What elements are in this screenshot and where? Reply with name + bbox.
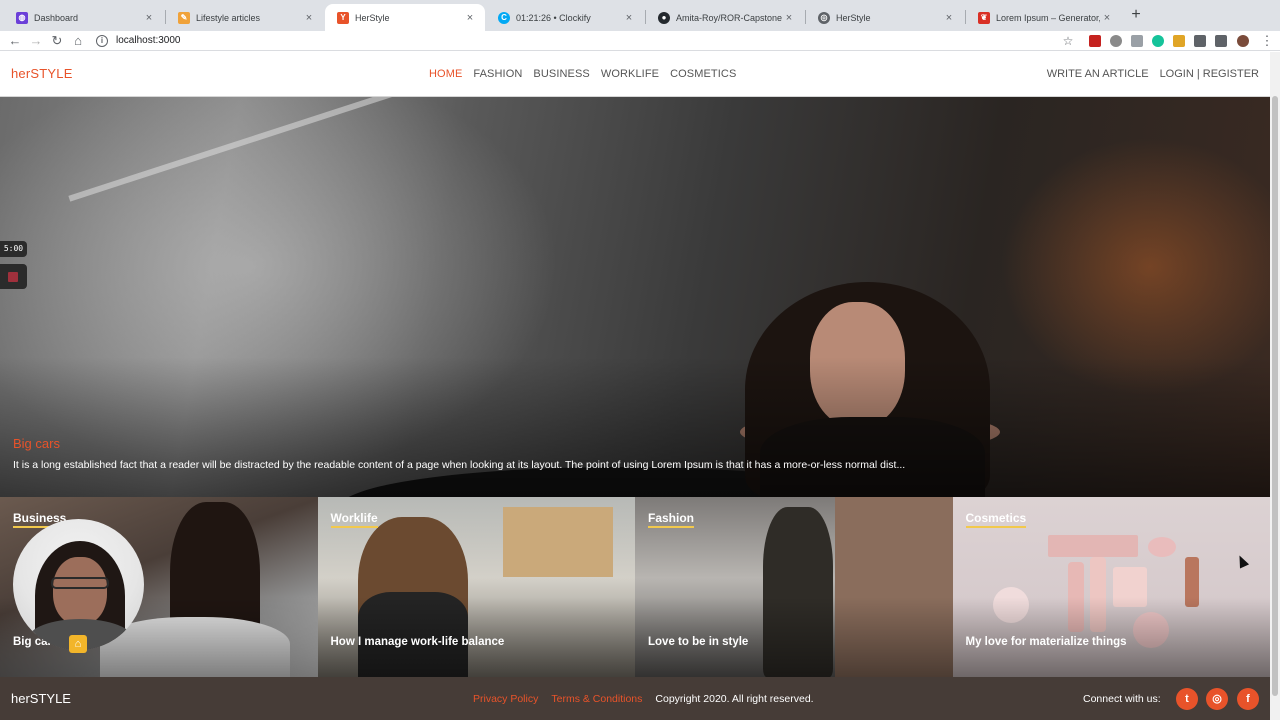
card-category-label[interactable]: Fashion: [648, 511, 695, 528]
site-logo[interactable]: herSTYLE: [11, 66, 73, 81]
site-footer: herSTYLE Privacy Policy Terms & Conditio…: [0, 677, 1270, 720]
address-bar[interactable]: i localhost:3000: [96, 32, 181, 50]
extension-list-icon[interactable]: [1131, 35, 1143, 47]
nav-home[interactable]: HOME: [429, 68, 462, 80]
webcam-person-glasses: [51, 577, 109, 589]
new-tab-button[interactable]: +: [1128, 7, 1144, 23]
tab-close-icon[interactable]: ×: [622, 12, 636, 24]
webcam-person-face: [53, 557, 107, 625]
instagram-icon[interactable]: ◎: [1206, 688, 1228, 710]
privacy-policy-link[interactable]: Privacy Policy: [473, 693, 538, 705]
tab-close-icon[interactable]: ×: [302, 12, 316, 24]
lorem-favicon-icon: ❦: [978, 11, 990, 24]
category-cards: Business Big cars Worklife How I manage …: [0, 497, 1270, 677]
tab-herstyle-2[interactable]: ◎ HerStyle ×: [806, 4, 964, 31]
tab-close-icon[interactable]: ×: [942, 12, 956, 24]
nav-worklife[interactable]: WORKLIFE: [601, 68, 659, 80]
tab-close-icon[interactable]: ×: [142, 12, 156, 24]
clockify-favicon-icon: C: [498, 11, 510, 24]
hero-banner[interactable]: Big cars It is a long established fact t…: [0, 97, 1270, 497]
connect-label: Connect with us:: [1083, 693, 1161, 705]
facebook-icon[interactable]: f: [1237, 688, 1259, 710]
home-icon[interactable]: ⌂: [69, 32, 87, 50]
hero-article-title[interactable]: Big cars: [13, 436, 60, 451]
tab-title: HerStyle: [836, 12, 871, 23]
footer-links: Privacy Policy Terms & Conditions Copyri…: [473, 693, 814, 705]
url-text: localhost:3000: [116, 35, 181, 46]
webcam-overlay[interactable]: [13, 519, 144, 650]
dashboard-favicon-icon: ◍: [16, 11, 28, 24]
gift-icon[interactable]: ⌂: [69, 635, 87, 653]
tab-title: Dashboard: [34, 12, 79, 23]
reload-icon[interactable]: ↻: [48, 32, 66, 50]
tab-title: Lorem Ipsum – Generator, Orig: [996, 12, 1100, 23]
nav-business[interactable]: BUSINESS: [533, 68, 589, 80]
card-article-title[interactable]: Love to be in style: [648, 636, 748, 648]
tab-herstyle-active[interactable]: Y HerStyle ×: [325, 4, 485, 31]
nav-cosmetics[interactable]: COSMETICS: [670, 68, 736, 80]
copyright-text: Copyright 2020. All right reserved.: [655, 693, 814, 705]
herstyle-favicon-icon: Y: [337, 11, 349, 24]
tab-title: Lifestyle articles: [196, 12, 261, 23]
profile-avatar-icon[interactable]: [1237, 35, 1249, 47]
stop-icon: [8, 272, 18, 282]
write-article-link[interactable]: WRITE AN ARTICLE: [1047, 68, 1149, 80]
tab-lifestyle-articles[interactable]: ✎ Lifestyle articles ×: [166, 4, 324, 31]
category-card-fashion[interactable]: Fashion Love to be in style: [635, 497, 953, 677]
main-nav: HOME FASHION BUSINESS WORKLIFE COSMETICS: [429, 68, 747, 80]
recording-timer: 5:00: [0, 241, 27, 257]
site-info-icon[interactable]: i: [96, 35, 108, 47]
category-card-worklife[interactable]: Worklife How I manage work-life balance: [317, 497, 635, 677]
back-icon[interactable]: ←: [6, 32, 24, 50]
extension-cross-icon[interactable]: [1173, 35, 1185, 47]
grammarly-icon[interactable]: [1152, 35, 1164, 47]
extension-c-icon[interactable]: [1110, 35, 1122, 47]
tab-title: HerStyle: [355, 12, 390, 23]
card-board-image: [502, 507, 613, 577]
footer-logo[interactable]: herSTYLE: [11, 691, 71, 706]
browser-toolbar: ← → ↻ ⌂ i localhost:3000 ☆ ⋮: [0, 31, 1280, 51]
recording-stop-button[interactable]: [0, 264, 27, 289]
extension-red-icon[interactable]: [1089, 35, 1101, 47]
scrollbar-thumb[interactable]: [1272, 96, 1278, 696]
terms-link[interactable]: Terms & Conditions: [551, 693, 642, 705]
kebab-menu-icon[interactable]: ⋮: [1258, 32, 1276, 50]
site-header: herSTYLE HOME FASHION BUSINESS WORKLIFE …: [0, 52, 1270, 97]
github-favicon-icon: ●: [658, 11, 670, 24]
tab-close-icon[interactable]: ×: [782, 12, 796, 24]
card-article-title[interactable]: How I manage work-life balance: [331, 636, 505, 648]
hero-article-excerpt: It is a long established fact that a rea…: [13, 459, 906, 471]
card-category-label[interactable]: Cosmetics: [965, 511, 1027, 528]
tab-close-icon[interactable]: ×: [463, 12, 477, 24]
card-article-title[interactable]: My love for materialize things: [966, 636, 1127, 648]
eyedropper-icon[interactable]: [1194, 35, 1206, 47]
card-cosmetics-image: [1047, 535, 1138, 557]
tab-dashboard[interactable]: ◍ Dashboard ×: [4, 4, 164, 31]
globe-favicon-icon: ◎: [818, 11, 830, 24]
card-cosmetics-jar: [1147, 537, 1176, 557]
tab-github[interactable]: ● Amita-Roy/ROR-Capstone-Her ×: [646, 4, 804, 31]
twitter-icon[interactable]: t: [1176, 688, 1198, 710]
card-category-label[interactable]: Worklife: [330, 511, 378, 528]
page-scrollbar[interactable]: [1270, 52, 1280, 720]
nav-fashion[interactable]: FASHION: [473, 68, 522, 80]
user-nav: WRITE AN ARTICLE LOGIN | REGISTER: [1036, 68, 1259, 80]
tab-title: Amita-Roy/ROR-Capstone-Her: [676, 12, 782, 23]
pencil-favicon-icon: ✎: [178, 11, 190, 24]
tab-lorem-ipsum[interactable]: ❦ Lorem Ipsum – Generator, Orig ×: [966, 4, 1122, 31]
forward-icon[interactable]: →: [27, 32, 45, 50]
login-register-link[interactable]: LOGIN | REGISTER: [1160, 68, 1259, 80]
tab-close-icon[interactable]: ×: [1100, 12, 1114, 24]
tab-title: 01:21:26 • Clockify: [516, 12, 591, 23]
category-card-cosmetics[interactable]: Cosmetics My love for materialize things: [952, 497, 1270, 677]
tab-clockify[interactable]: C 01:21:26 • Clockify ×: [486, 4, 644, 31]
star-icon[interactable]: ☆: [1059, 32, 1077, 50]
extensions-puzzle-icon[interactable]: [1215, 35, 1227, 47]
browser-tabstrip: ◍ Dashboard × ✎ Lifestyle articles × Y H…: [0, 0, 1280, 31]
hero-shade: [0, 357, 1270, 497]
